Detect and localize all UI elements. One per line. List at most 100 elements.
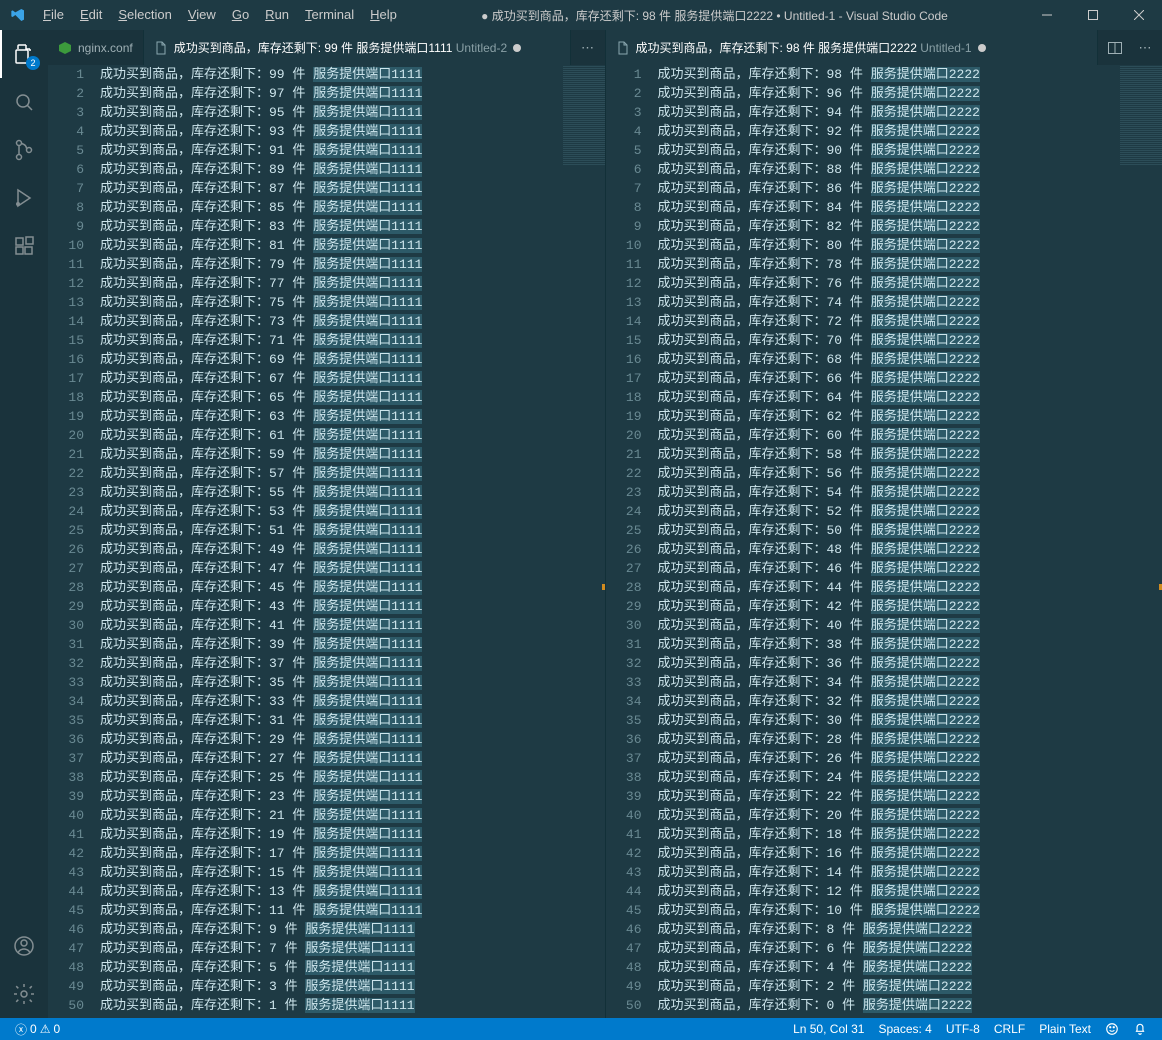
- line-number: 41: [48, 825, 84, 844]
- code-line: 成功买到商品，库存还剩下：84 件 服务提供端口2222: [658, 198, 1162, 217]
- line-number: 19: [48, 407, 84, 426]
- menu-selection[interactable]: Selection: [110, 0, 179, 30]
- split-editor-icon[interactable]: [1104, 37, 1126, 59]
- activity-settings[interactable]: [0, 970, 48, 1018]
- dirty-indicator-icon: [513, 44, 521, 52]
- line-number: 37: [606, 749, 642, 768]
- code-line: 成功买到商品，库存还剩下：35 件 服务提供端口1111: [100, 673, 605, 692]
- line-number: 5: [606, 141, 642, 160]
- status-cursor-position[interactable]: Ln 50, Col 31: [786, 1018, 871, 1040]
- line-number: 30: [606, 616, 642, 635]
- line-number: 15: [606, 331, 642, 350]
- code-line: 成功买到商品，库存还剩下：86 件 服务提供端口2222: [658, 179, 1162, 198]
- code-line: 成功买到商品，库存还剩下：33 件 服务提供端口1111: [100, 692, 605, 711]
- line-number: 24: [48, 502, 84, 521]
- activity-accounts[interactable]: [0, 922, 48, 970]
- code-line: 成功买到商品，库存还剩下：95 件 服务提供端口1111: [100, 103, 605, 122]
- activity-source-control[interactable]: [0, 126, 48, 174]
- code-line: 成功买到商品，库存还剩下：43 件 服务提供端口1111: [100, 597, 605, 616]
- code-line: 成功买到商品，库存还剩下：15 件 服务提供端口1111: [100, 863, 605, 882]
- code-line: 成功买到商品，库存还剩下：19 件 服务提供端口1111: [100, 825, 605, 844]
- line-number: 37: [48, 749, 84, 768]
- more-actions-icon[interactable]: ⋯: [1134, 37, 1156, 59]
- menu-view[interactable]: View: [180, 0, 224, 30]
- code-line: 成功买到商品，库存还剩下：56 件 服务提供端口2222: [658, 464, 1162, 483]
- status-problems[interactable]: ⓧ0 ⚠0: [8, 1018, 67, 1040]
- code-line: 成功买到商品，库存还剩下：82 件 服务提供端口2222: [658, 217, 1162, 236]
- code-line: 成功买到商品，库存还剩下：3 件 服务提供端口1111: [100, 977, 605, 996]
- line-number: 30: [48, 616, 84, 635]
- menu-terminal[interactable]: Terminal: [297, 0, 362, 30]
- code-line: 成功买到商品，库存还剩下：99 件 服务提供端口1111: [100, 65, 605, 84]
- more-actions-icon[interactable]: ⋯: [577, 37, 599, 59]
- editor-group-right: 成功买到商品，库存还剩下: 98 件 服务提供端口2222 Untitled-1…: [605, 30, 1162, 1018]
- code-line: 成功买到商品，库存还剩下：50 件 服务提供端口2222: [658, 521, 1162, 540]
- code-line: 成功买到商品，库存还剩下：4 件 服务提供端口2222: [658, 958, 1162, 977]
- tab-nginx-conf[interactable]: nginx.conf: [48, 30, 144, 65]
- code-line: 成功买到商品，库存还剩下：9 件 服务提供端口1111: [100, 920, 605, 939]
- menu-run[interactable]: Run: [257, 0, 297, 30]
- line-number: 38: [48, 768, 84, 787]
- minimize-button[interactable]: [1024, 0, 1070, 30]
- tab-untitled-2[interactable]: 成功买到商品，库存还剩下: 99 件 服务提供端口1111 Untitled-2: [144, 30, 571, 65]
- editor-right[interactable]: 1234567891011121314151617181920212223242…: [606, 65, 1162, 1018]
- line-number: 28: [606, 578, 642, 597]
- code-line: 成功买到商品，库存还剩下：49 件 服务提供端口1111: [100, 540, 605, 559]
- code-line: 成功买到商品，库存还剩下：97 件 服务提供端口1111: [100, 84, 605, 103]
- status-notifications-icon[interactable]: [1126, 1018, 1154, 1040]
- line-number: 44: [606, 882, 642, 901]
- line-number: 49: [48, 977, 84, 996]
- line-number: 43: [606, 863, 642, 882]
- maximize-button[interactable]: [1070, 0, 1116, 30]
- close-button[interactable]: [1116, 0, 1162, 30]
- editor-group-left: nginx.conf 成功买到商品，库存还剩下: 99 件 服务提供端口1111…: [48, 30, 605, 1018]
- line-number: 9: [606, 217, 642, 236]
- code-line: 成功买到商品，库存还剩下：22 件 服务提供端口2222: [658, 787, 1162, 806]
- menu-go[interactable]: Go: [224, 0, 257, 30]
- line-number: 27: [48, 559, 84, 578]
- line-number: 8: [48, 198, 84, 217]
- line-number: 16: [606, 350, 642, 369]
- activity-run-debug[interactable]: [0, 174, 48, 222]
- line-number: 42: [606, 844, 642, 863]
- line-number: 47: [606, 939, 642, 958]
- line-number: 12: [606, 274, 642, 293]
- line-number: 41: [606, 825, 642, 844]
- tab-untitled-1[interactable]: 成功买到商品，库存还剩下: 98 件 服务提供端口2222 Untitled-1: [606, 30, 1099, 65]
- code-line: 成功买到商品，库存还剩下：47 件 服务提供端口1111: [100, 559, 605, 578]
- line-number: 7: [48, 179, 84, 198]
- menu-edit[interactable]: Edit: [72, 0, 110, 30]
- line-number: 33: [48, 673, 84, 692]
- minimap-right[interactable]: [1120, 65, 1162, 165]
- line-number: 5: [48, 141, 84, 160]
- code-line: 成功买到商品，库存还剩下：66 件 服务提供端口2222: [658, 369, 1162, 388]
- tab-actions-right: ⋯: [1098, 30, 1162, 65]
- status-language[interactable]: Plain Text: [1032, 1018, 1098, 1040]
- menu-file[interactable]: File: [35, 0, 72, 30]
- activity-extensions[interactable]: [0, 222, 48, 270]
- editor-left[interactable]: 1234567891011121314151617181920212223242…: [48, 65, 605, 1018]
- line-number: 12: [48, 274, 84, 293]
- minimap-left[interactable]: [563, 65, 605, 165]
- line-number: 20: [48, 426, 84, 445]
- status-feedback-icon[interactable]: [1098, 1018, 1126, 1040]
- tabs-bar-right: 成功买到商品，库存还剩下: 98 件 服务提供端口2222 Untitled-1…: [606, 30, 1162, 65]
- code-line: 成功买到商品，库存还剩下：31 件 服务提供端口1111: [100, 711, 605, 730]
- code-line: 成功买到商品，库存还剩下：67 件 服务提供端口1111: [100, 369, 605, 388]
- code-line: 成功买到商品，库存还剩下：54 件 服务提供端口2222: [658, 483, 1162, 502]
- code-line: 成功买到商品，库存还剩下：12 件 服务提供端口2222: [658, 882, 1162, 901]
- status-eol[interactable]: CRLF: [987, 1018, 1032, 1040]
- activity-search[interactable]: [0, 78, 48, 126]
- status-encoding[interactable]: UTF-8: [939, 1018, 987, 1040]
- code-line: 成功买到商品，库存还剩下：57 件 服务提供端口1111: [100, 464, 605, 483]
- line-number: 29: [48, 597, 84, 616]
- code-line: 成功买到商品，库存还剩下：68 件 服务提供端口2222: [658, 350, 1162, 369]
- activity-explorer[interactable]: 2: [0, 30, 48, 78]
- line-number: 14: [606, 312, 642, 331]
- code-line: 成功买到商品，库存还剩下：27 件 服务提供端口1111: [100, 749, 605, 768]
- status-indentation[interactable]: Spaces: 4: [871, 1018, 938, 1040]
- line-number: 29: [606, 597, 642, 616]
- code-line: 成功买到商品，库存还剩下：32 件 服务提供端口2222: [658, 692, 1162, 711]
- line-number: 34: [48, 692, 84, 711]
- menu-help[interactable]: Help: [362, 0, 405, 30]
